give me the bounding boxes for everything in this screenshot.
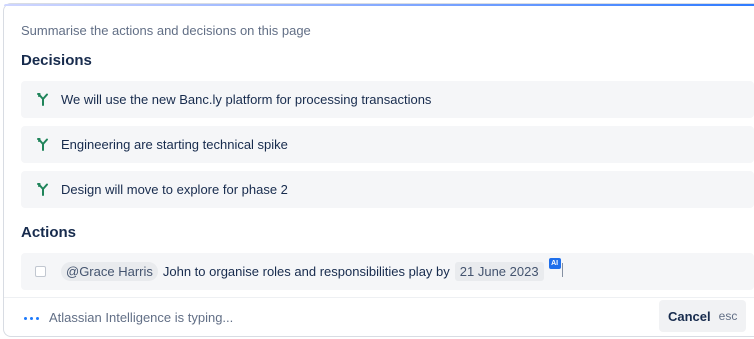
user-mention[interactable]: @Grace Harris (61, 262, 158, 281)
typing-status: Atlassian Intelligence is typing... (24, 310, 233, 325)
action-item: @Grace Harris John to organise roles and… (21, 253, 754, 290)
due-date-chip[interactable]: 21 June 2023 (454, 262, 544, 281)
cancel-shortcut-hint: esc (718, 309, 738, 323)
cancel-button[interactable]: Cancel esc (659, 300, 746, 332)
summary-prompt: Summarise the actions and decisions on t… (21, 23, 311, 38)
status-text: Atlassian Intelligence is typing... (49, 310, 234, 325)
decision-item: Design will move to explore for phase 2 (21, 171, 754, 208)
decision-text: We will use the new Banc.ly platform for… (61, 92, 432, 107)
decision-text: Design will move to explore for phase 2 (61, 182, 288, 197)
decision-item: We will use the new Banc.ly platform for… (21, 81, 754, 118)
footer-divider (4, 297, 754, 298)
ai-badge-icon: AI (548, 258, 561, 269)
decision-item: Engineering are starting technical spike (21, 126, 754, 163)
decision-branch-icon (33, 138, 53, 151)
decisions-heading: Decisions (21, 52, 92, 69)
decision-branch-icon (33, 93, 53, 106)
typing-dots-icon (24, 316, 39, 320)
text-cursor (561, 262, 563, 277)
cancel-label: Cancel (668, 308, 711, 324)
actions-heading: Actions (21, 224, 77, 241)
decision-branch-icon (33, 183, 53, 196)
ai-summary-panel: Summarise the actions and decisions on t… (3, 3, 754, 337)
action-checkbox[interactable] (35, 266, 46, 277)
action-text: John to organise roles and responsibilit… (162, 264, 450, 279)
decision-text: Engineering are starting technical spike (61, 137, 288, 152)
